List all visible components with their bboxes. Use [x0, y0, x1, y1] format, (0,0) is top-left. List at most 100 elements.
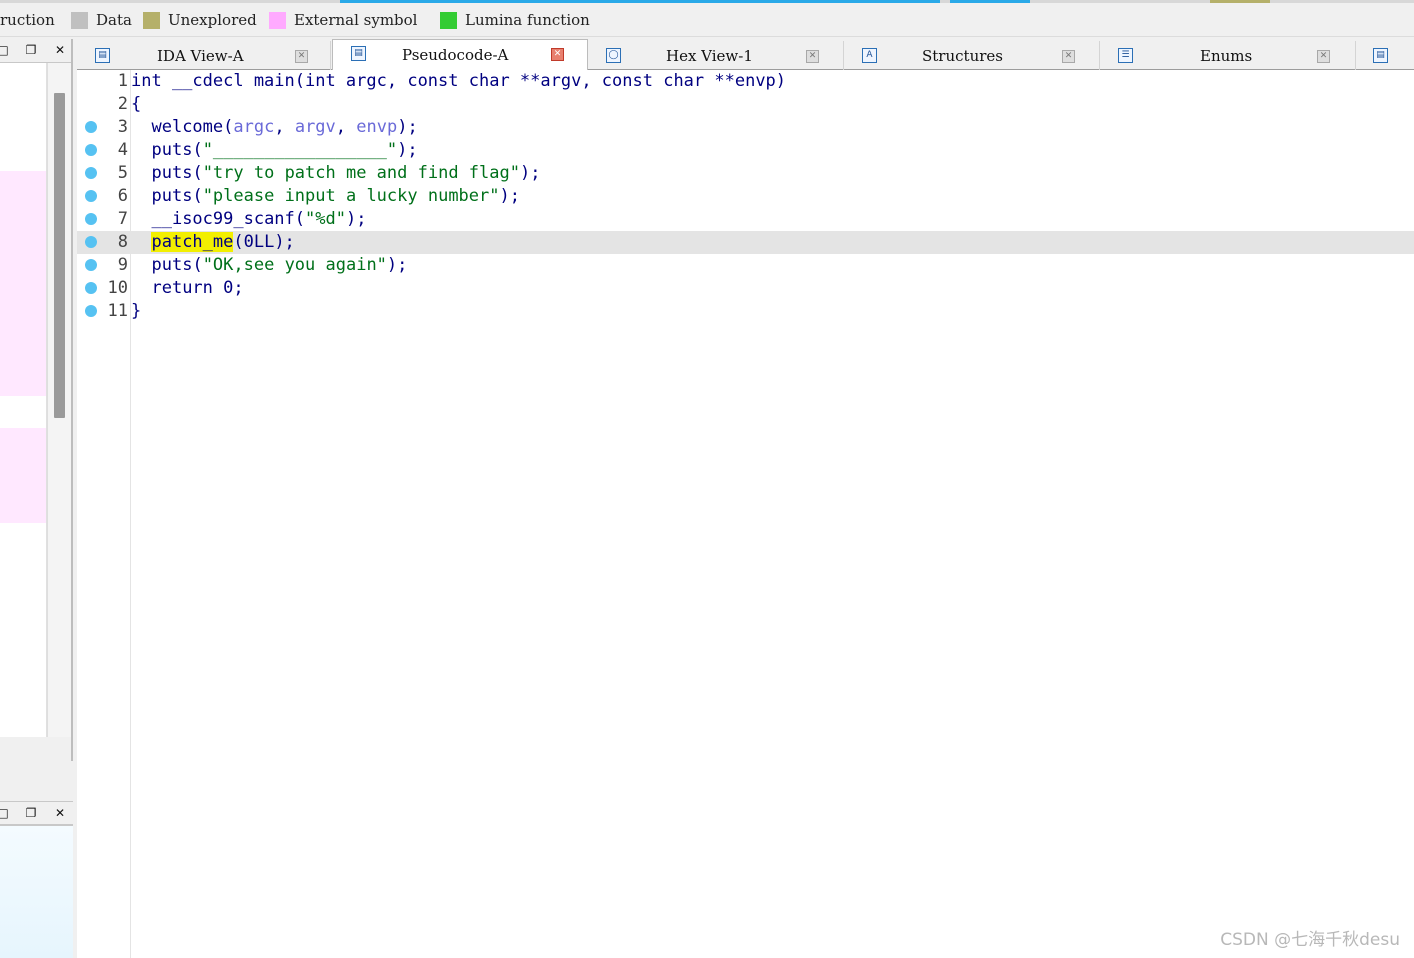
legend-label-data: Data	[96, 11, 132, 29]
close-icon[interactable]: ✕	[53, 806, 67, 820]
tab-structures[interactable]: A Structures ✕	[845, 41, 1100, 70]
close-icon[interactable]: ✕	[806, 50, 819, 63]
line-number: 8	[117, 232, 128, 252]
float-window-icon[interactable]: ❐	[24, 43, 38, 57]
legend-swatch-lumina-function	[440, 12, 457, 29]
tab-label: Pseudocode-A	[402, 46, 509, 64]
close-icon[interactable]: ✕	[1317, 50, 1330, 63]
function-name[interactable]: puts	[151, 163, 192, 183]
tab-imports[interactable]: ▤	[1357, 41, 1414, 70]
close-icon[interactable]: ✕	[1062, 50, 1075, 63]
bottom-panel-titlebar: □ ❐ ✕	[0, 801, 73, 825]
left-panel-titlebar: □ ❐ ✕	[0, 39, 73, 63]
tab-pseudocode-a[interactable]: ▤ Pseudocode-A ✕	[332, 39, 588, 71]
highlighted-function-name[interactable]: patch_me	[151, 232, 234, 252]
structures-icon: A	[862, 48, 877, 63]
scrollbar-thumb[interactable]	[54, 93, 65, 418]
legend-label-lumina-function: Lumina function	[465, 11, 590, 29]
code-text[interactable]: puts("try to patch me and find flag");	[131, 163, 540, 183]
function-name[interactable]: puts	[151, 186, 192, 206]
code-line[interactable]: 6 puts("please input a lucky number");	[77, 185, 1414, 208]
argument[interactable]: argc	[233, 117, 274, 137]
pseudocode-editor[interactable]: 1 int __cdecl main(int argc, const char …	[77, 70, 1414, 958]
breakpoint-dot-icon[interactable]	[85, 282, 97, 294]
legend-swatch-unexplored	[143, 12, 160, 29]
imports-icon: ▤	[1373, 48, 1388, 63]
vertical-scrollbar[interactable]	[47, 63, 71, 737]
legend-label-external-symbol: External symbol	[294, 11, 418, 29]
argument[interactable]: argv	[295, 117, 336, 137]
code-text[interactable]: welcome(argc, argv, envp);	[131, 117, 417, 137]
list-item[interactable]	[0, 171, 46, 396]
function-name[interactable]: welcome	[151, 117, 223, 137]
hex-view-icon: ◯	[606, 48, 621, 63]
tab-ida-view-a[interactable]: ▤ IDA View-A ✕	[77, 41, 331, 70]
close-icon[interactable]: ✕	[295, 50, 308, 63]
code-text[interactable]: patch_me(0LL);	[131, 232, 295, 252]
code-line[interactable]: 9 puts("OK,see you again");	[77, 254, 1414, 277]
breakpoint-dot-icon[interactable]	[85, 213, 97, 225]
breakpoint-dot-icon[interactable]	[85, 190, 97, 202]
string-literal[interactable]: "OK,see you again"	[203, 255, 387, 275]
restore-icon[interactable]: □	[0, 43, 10, 57]
breakpoint-dot-icon[interactable]	[85, 305, 97, 317]
code-line-current[interactable]: 8 patch_me(0LL);	[77, 231, 1414, 254]
list-item[interactable]	[0, 428, 46, 523]
tab-label: Structures	[922, 47, 1003, 65]
line-number: 9	[117, 255, 128, 275]
breakpoint-dot-icon[interactable]	[85, 259, 97, 271]
panel-divider[interactable]	[71, 39, 73, 761]
close-icon[interactable]: ✕	[53, 43, 67, 57]
functions-list[interactable]	[0, 63, 47, 737]
legend-label-unexplored: Unexplored	[168, 11, 257, 29]
line-number: 6	[117, 186, 128, 206]
string-literal[interactable]: "%d"	[305, 209, 346, 229]
code-line[interactable]: 3 welcome(argc, argv, envp);	[77, 116, 1414, 139]
pseudocode-icon: ▤	[351, 46, 366, 61]
line-number: 3	[117, 117, 128, 137]
restore-icon[interactable]: □	[0, 806, 10, 820]
watermark: CSDN @七海千秋desu	[1220, 930, 1400, 950]
code-line[interactable]: 10 return 0;	[77, 277, 1414, 300]
code-text[interactable]: return 0;	[131, 278, 243, 298]
left-panel: □ ❐ ✕ □ ❐ ✕	[0, 39, 73, 958]
argument[interactable]: envp	[356, 117, 397, 137]
code-text[interactable]: puts("OK,see you again");	[131, 255, 407, 275]
code-line[interactable]: 5 puts("try to patch me and find flag");	[77, 162, 1414, 185]
line-number: 11	[107, 301, 128, 321]
breakpoint-dot-icon[interactable]	[85, 236, 97, 248]
line-number: 4	[117, 140, 128, 160]
tab-label: Enums	[1200, 47, 1253, 65]
code-text[interactable]: int __cdecl main(int argc, const char **…	[131, 71, 786, 91]
code-text[interactable]: }	[131, 301, 141, 321]
line-number: 10	[107, 278, 128, 298]
code-line[interactable]: 7 __isoc99_scanf("%d");	[77, 208, 1414, 231]
float-window-icon[interactable]: ❐	[24, 806, 38, 820]
string-literal[interactable]: "please input a lucky number"	[203, 186, 500, 206]
enums-icon: ☰	[1118, 48, 1133, 63]
output-panel[interactable]	[0, 825, 73, 958]
line-number: 1	[117, 71, 128, 91]
code-line[interactable]: 1 int __cdecl main(int argc, const char …	[77, 70, 1414, 93]
code-text[interactable]: {	[131, 94, 141, 114]
tab-enums[interactable]: ☰ Enums ✕	[1101, 41, 1356, 70]
breakpoint-dot-icon[interactable]	[85, 144, 97, 156]
close-icon[interactable]: ✕	[551, 48, 564, 61]
legend-label-instruction: ruction	[0, 11, 55, 29]
code-text[interactable]: __isoc99_scanf("%d");	[131, 209, 366, 229]
string-literal[interactable]: "_________________"	[203, 140, 397, 160]
breakpoint-dot-icon[interactable]	[85, 167, 97, 179]
tab-hex-view-1[interactable]: ◯ Hex View-1 ✕	[589, 41, 844, 70]
function-name[interactable]: __isoc99_scanf	[151, 209, 294, 229]
function-name[interactable]: puts	[151, 140, 192, 160]
code-line[interactable]: 2 {	[77, 93, 1414, 116]
breakpoint-dot-icon[interactable]	[85, 121, 97, 133]
code-text[interactable]: puts("please input a lucky number");	[131, 186, 520, 206]
code-line[interactable]: 11 }	[77, 300, 1414, 323]
line-number: 2	[117, 94, 128, 114]
function-name[interactable]: puts	[151, 255, 192, 275]
return-statement[interactable]: return 0;	[151, 278, 243, 298]
string-literal[interactable]: "try to patch me and find flag"	[203, 163, 520, 183]
code-line[interactable]: 4 puts("_________________");	[77, 139, 1414, 162]
code-text[interactable]: puts("_________________");	[131, 140, 417, 160]
